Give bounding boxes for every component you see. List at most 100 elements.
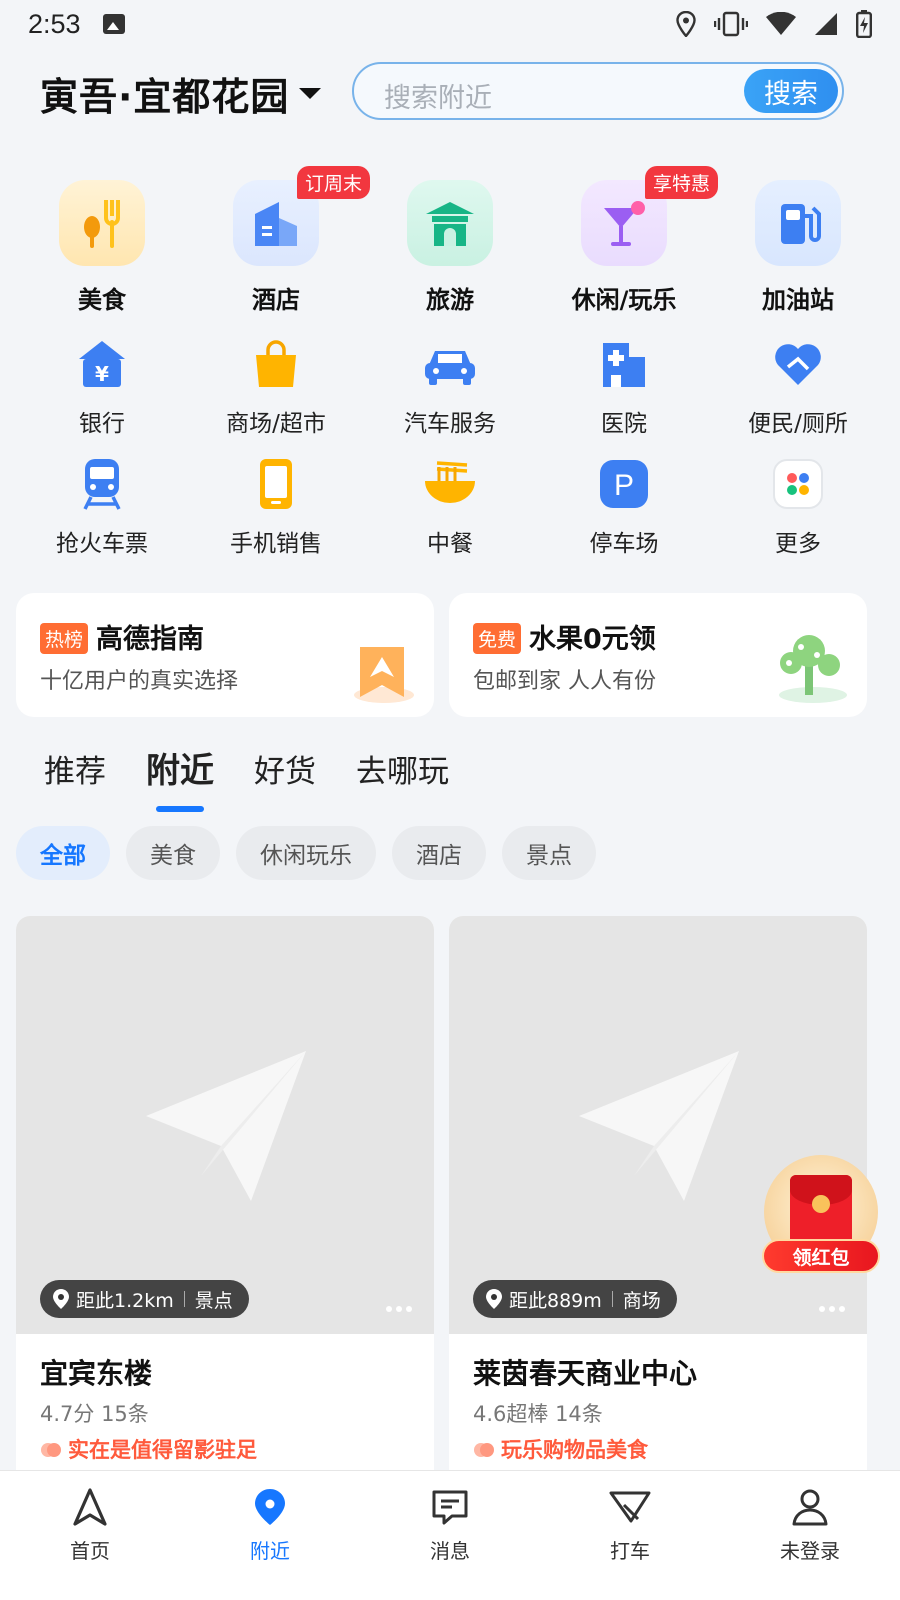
badge-deal: 享特惠	[645, 166, 719, 199]
paper-plane-icon	[579, 1051, 739, 1201]
category-mall[interactable]: 商场/超市	[189, 336, 363, 438]
place-card[interactable]: 距此1.2km 景点 宜宾东楼 4.7分 15条 实在是值得留影驻足	[16, 916, 434, 1476]
header: 寅吾·宜都花园 搜索附近 搜索	[0, 58, 900, 128]
more-options-icon[interactable]	[819, 1306, 845, 1312]
category-label: 银行	[79, 411, 125, 437]
free-tag: 免费	[473, 623, 522, 654]
svg-text:¥: ¥	[95, 362, 109, 386]
category-convenience[interactable]: 便民/厕所	[711, 336, 885, 438]
search-button[interactable]: 搜索	[744, 69, 838, 113]
category-bank[interactable]: ¥ 银行	[15, 336, 189, 438]
category-label: 停车场	[589, 531, 659, 557]
parking-icon: P	[596, 456, 652, 512]
more-options-icon[interactable]	[386, 1306, 412, 1312]
nav-taxi[interactable]: 打车	[540, 1471, 720, 1600]
category-more[interactable]: 更多	[711, 456, 885, 558]
category-label: 汽车服务	[404, 411, 496, 437]
car-icon	[422, 336, 478, 392]
location-selector[interactable]: 寅吾·宜都花园	[40, 66, 322, 121]
place-highlight: 实在是值得留影驻足	[40, 1434, 257, 1464]
tab-goods[interactable]: 好货	[254, 746, 316, 792]
category-car-service[interactable]: 汽车服务	[363, 336, 537, 438]
navigation-arrow-icon	[73, 1488, 107, 1526]
promo-title: 水果0元领	[529, 624, 656, 655]
category-label: 酒店	[252, 286, 300, 314]
nav-home[interactable]: 首页	[0, 1471, 180, 1600]
nav-label: 打车	[610, 1539, 650, 1563]
phone-icon	[248, 456, 304, 512]
taxi-flag-icon	[609, 1491, 651, 1523]
status-time: 2:53	[28, 8, 81, 39]
category-label: 手机销售	[230, 531, 322, 557]
nav-messages[interactable]: 消息	[360, 1471, 540, 1600]
place-type: 商场	[622, 1289, 661, 1312]
coin-icon	[812, 1195, 830, 1213]
place-name: 宜宾东楼	[40, 1357, 153, 1390]
category-label: 便民/厕所	[748, 411, 848, 437]
red-packet-button[interactable]: 领红包	[762, 1155, 880, 1275]
category-label: 商场/超市	[226, 411, 326, 437]
category-parking[interactable]: P 停车场	[537, 456, 711, 558]
promo-card-guide[interactable]: 热榜 高德指南 十亿用户的真实选择	[16, 593, 434, 717]
peach-icon	[41, 1443, 61, 1457]
category-label: 抢火车票	[56, 531, 148, 557]
category-label: 更多	[775, 531, 821, 557]
nav-profile[interactable]: 未登录	[720, 1471, 900, 1600]
distance-text: 距此1.2km	[76, 1289, 174, 1312]
sub-category-row: ¥ 银行 商场/超市 汽车服务 医院 便民/厕所	[15, 336, 885, 438]
category-phone-sales[interactable]: 手机销售	[189, 456, 363, 558]
tab-nearby[interactable]: 附近	[146, 743, 214, 812]
nav-label: 未登录	[780, 1539, 840, 1563]
chip-food[interactable]: 美食	[126, 826, 220, 880]
chip-leisure[interactable]: 休闲玩乐	[236, 826, 376, 880]
category-food[interactable]: 美食	[15, 180, 189, 315]
nav-nearby[interactable]: 附近	[180, 1471, 360, 1600]
category-label: 加油站	[762, 286, 834, 314]
tab-where-to-go[interactable]: 去哪玩	[356, 746, 449, 792]
chip-hotel[interactable]: 酒店	[392, 826, 486, 880]
bottom-nav: 首页 附近 消息 打车 未登录	[0, 1470, 900, 1600]
hot-tag: 热榜	[40, 623, 89, 654]
category-chinese-food[interactable]: 中餐	[363, 456, 537, 558]
category-hotel[interactable]: 订周末 酒店	[189, 166, 371, 315]
sub-category-row: 抢火车票 手机销售 中餐 P 停车场 更多	[15, 456, 885, 558]
train-icon	[74, 456, 130, 512]
promo-subtitle: 包邮到家 人人有份	[473, 669, 656, 694]
noodle-bowl-icon	[422, 456, 478, 512]
category-train-tickets[interactable]: 抢火车票	[15, 456, 189, 558]
nav-label: 附近	[250, 1539, 290, 1563]
category-label: 休闲/玩乐	[571, 286, 677, 314]
category-label: 旅游	[426, 286, 474, 314]
promo-subtitle: 十亿用户的真实选择	[40, 669, 239, 694]
highlight-text: 实在是值得留影驻足	[68, 1438, 257, 1462]
svg-text:P: P	[614, 469, 634, 502]
chip-scenic[interactable]: 景点	[502, 826, 596, 880]
heart-hand-icon	[770, 336, 826, 392]
search-input[interactable]: 搜索附近	[384, 76, 492, 115]
hospital-icon	[596, 336, 652, 392]
place-type: 景点	[194, 1289, 233, 1312]
tab-recommend[interactable]: 推荐	[44, 746, 106, 792]
category-hospital[interactable]: 医院	[537, 336, 711, 438]
category-gas-station[interactable]: 加油站	[711, 180, 885, 315]
feed-tabs: 推荐 附近 好货 去哪玩	[44, 743, 449, 812]
category-label: 中餐	[427, 531, 473, 557]
image-notification-icon	[102, 14, 125, 34]
fruit-tree-icon	[779, 635, 847, 703]
peach-icon	[474, 1443, 494, 1457]
chip-all[interactable]: 全部	[16, 826, 110, 880]
search-bar[interactable]: 搜索附近 搜索	[352, 62, 844, 120]
location-pin-icon	[486, 1289, 502, 1309]
category-travel[interactable]: 旅游	[363, 180, 537, 315]
promo-title: 高德指南	[96, 624, 204, 655]
bank-icon: ¥	[74, 336, 130, 392]
location-pin-filled-icon	[255, 1489, 285, 1525]
category-leisure[interactable]: 享特惠 休闲/玩乐	[537, 166, 719, 315]
gas-pump-icon	[755, 180, 841, 266]
promo-card-fruit[interactable]: 免费 水果0元领 包邮到家 人人有份	[449, 593, 867, 717]
location-pin-icon	[53, 1289, 69, 1309]
nav-label: 消息	[430, 1539, 470, 1563]
place-photo-placeholder: 距此1.2km 景点	[16, 916, 434, 1334]
highlight-text: 玩乐购物品美食	[501, 1438, 648, 1462]
place-highlight: 玩乐购物品美食	[473, 1434, 648, 1464]
